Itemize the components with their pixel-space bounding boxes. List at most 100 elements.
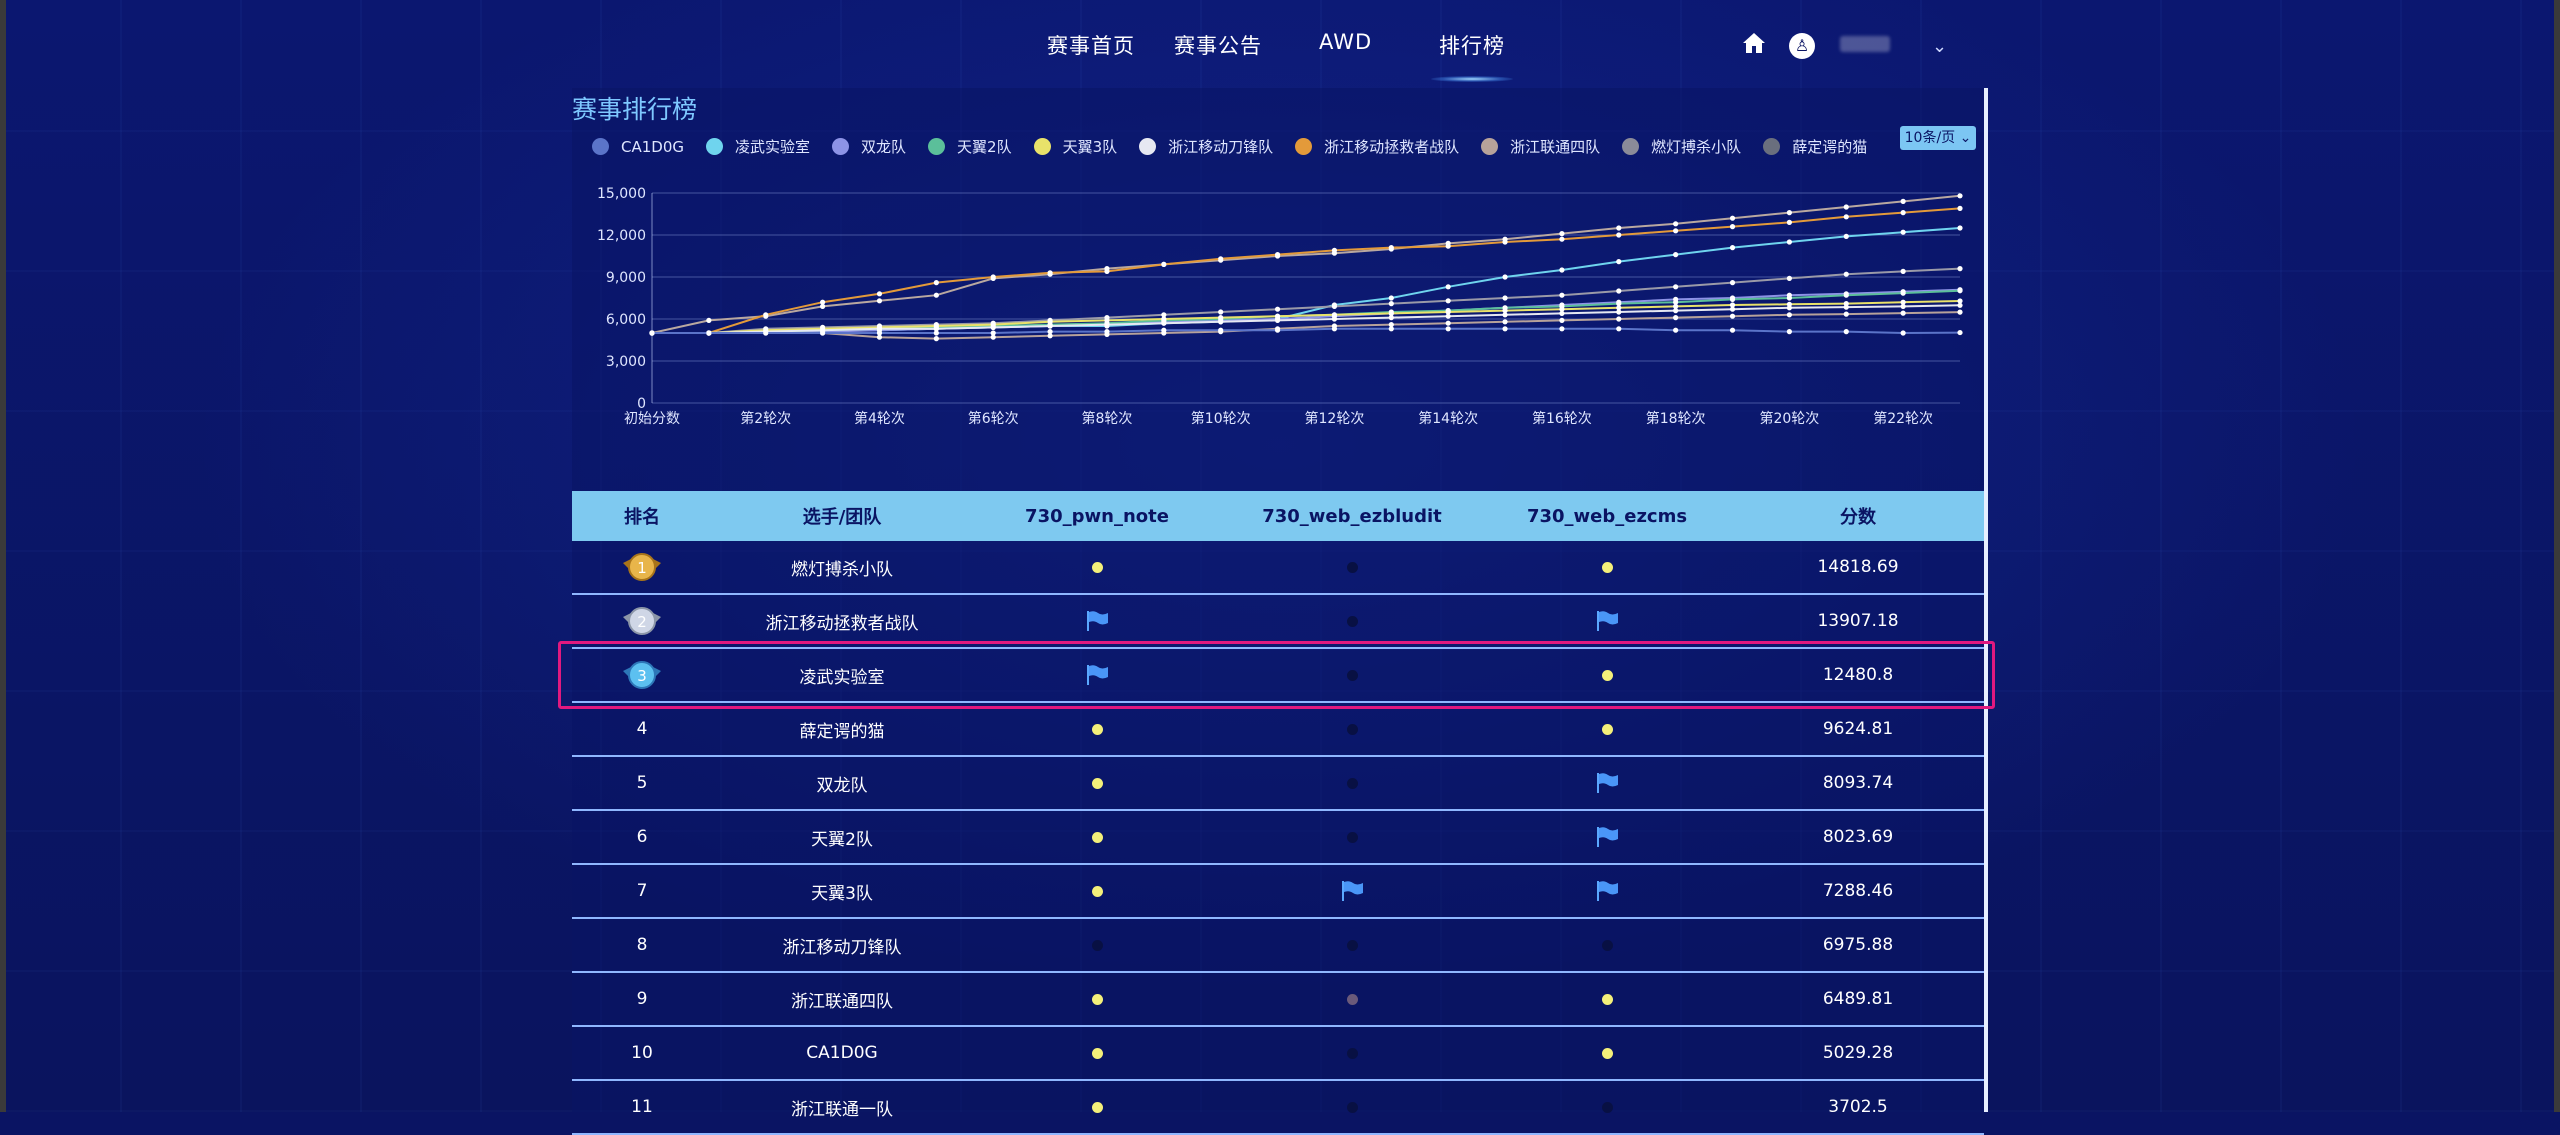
series-point [933, 336, 939, 342]
series-point [1673, 284, 1679, 290]
legend-dot-icon [1622, 138, 1640, 155]
team-name: 浙江联通四队 [791, 991, 893, 1012]
series-point [1786, 305, 1792, 311]
table-row: 10 CA1D0G 5029.28 [572, 1027, 1984, 1081]
legend-item[interactable]: 浙江移动刀锋队 [1139, 136, 1273, 157]
legend-dot-icon [1763, 138, 1781, 155]
username-blurred[interactable] [1840, 36, 1890, 52]
table-row: 11 浙江联通一队 3702.5 [572, 1081, 1984, 1135]
series-point [820, 330, 826, 336]
legend-item[interactable]: 浙江联通四队 [1481, 136, 1600, 157]
solved-flag-icon [1087, 611, 1108, 631]
legend-dot-icon [928, 138, 946, 155]
home-icon[interactable] [1742, 32, 1766, 54]
team-name: 薛定谔的猫 [799, 721, 885, 742]
legend-item[interactable]: 天翼2队 [928, 136, 1012, 157]
user-avatar-icon[interactable]: ♙ [1789, 33, 1815, 59]
status-dot-yellow [1601, 993, 1613, 1005]
top-nav: 赛事首页 赛事公告 AWD 排行榜 ♙ ⌄ [0, 0, 2560, 88]
series-point [763, 330, 769, 336]
series-point [1104, 322, 1110, 328]
series-point [990, 274, 996, 280]
series-point [1502, 319, 1508, 325]
series-point [1502, 326, 1508, 332]
legend-dot-icon [1481, 138, 1499, 155]
series-point [1616, 259, 1622, 265]
series-point [1900, 330, 1906, 336]
table-row: 8 浙江移动刀锋队 6975.88 [572, 919, 1984, 973]
series-point [706, 317, 712, 323]
nav-item-leaderboard[interactable]: 排行榜 [1431, 30, 1513, 82]
legend-item[interactable]: 双龙队 [832, 136, 906, 157]
series-point [1388, 301, 1394, 307]
legend-item[interactable]: 天翼3队 [1033, 136, 1117, 157]
score-value: 14818.69 [1817, 557, 1899, 577]
legend-item[interactable]: CA1D0G [592, 138, 684, 156]
series-point [1729, 245, 1736, 251]
series-point [1047, 329, 1053, 335]
header-web-ezbludit: 730_web_ezbludit [1262, 505, 1442, 527]
challenge-status-cell [1482, 757, 1732, 809]
series-point [1559, 231, 1565, 237]
challenge-status-cell [1482, 811, 1732, 863]
x-tick-label: 第20轮次 [1759, 410, 1819, 427]
legend-item[interactable]: 凌武实验室 [706, 136, 810, 157]
series-point [1673, 252, 1679, 258]
series-point [1729, 296, 1736, 302]
series-line [652, 267, 1961, 334]
series-point [990, 330, 996, 336]
series-point [1218, 327, 1224, 333]
solved-flag-icon [1342, 881, 1363, 901]
solved-flag-icon [1597, 881, 1618, 901]
highlight-box [558, 641, 1995, 709]
x-tick-label: 第18轮次 [1646, 410, 1706, 427]
nav-item-announcements[interactable]: 赛事公告 [1174, 30, 1262, 60]
header-team: 选手/团队 [802, 507, 882, 528]
nav-item-awd[interactable]: AWD [1319, 30, 1372, 54]
series-point [1900, 198, 1906, 204]
legend-item[interactable]: 燃灯搏杀小队 [1622, 136, 1741, 157]
challenge-status-cell [1222, 757, 1482, 809]
series-point [1331, 247, 1338, 253]
challenge-status-cell [1222, 595, 1482, 647]
y-tick-label: 6,000 [606, 312, 646, 328]
series-point [1673, 327, 1679, 333]
series-point [1104, 268, 1110, 274]
legend-label: 双龙队 [861, 138, 907, 156]
x-tick-label: 第2轮次 [740, 410, 791, 427]
series-point [1274, 327, 1281, 333]
legend-item[interactable]: 薛定谔的猫 [1763, 136, 1867, 157]
series-point [933, 330, 939, 336]
y-tick-label: 0 [637, 396, 646, 412]
header-score: 分数 [1840, 507, 1876, 528]
header-rank: 排名 [624, 507, 660, 528]
series-point [1673, 228, 1679, 234]
series-point [1274, 252, 1281, 258]
rank-medal-icon: 1 [623, 553, 661, 581]
series-point [1957, 329, 1963, 336]
nav-item-home[interactable]: 赛事首页 [1047, 30, 1135, 60]
series-point [1900, 290, 1906, 296]
series-point [1502, 239, 1508, 245]
chevron-down-icon[interactable]: ⌄ [1932, 36, 1947, 57]
series-point [990, 324, 996, 330]
series-point [1843, 204, 1849, 210]
legend-label: 浙江联通四队 [1510, 138, 1601, 156]
challenge-status-cell [1482, 865, 1732, 917]
series-point [1673, 315, 1679, 321]
team-name: CA1D0G [806, 1043, 878, 1063]
challenge-status-cell [1222, 973, 1482, 1025]
series-point [1445, 284, 1451, 290]
rank-cell: 4 [572, 703, 712, 755]
series-point [1786, 239, 1792, 245]
series-point [820, 299, 826, 305]
per-page-select[interactable]: 10条/页 ⌄ [1900, 126, 1976, 150]
legend-item[interactable]: 浙江移动拯救者战队 [1295, 136, 1459, 157]
team-name: 浙江移动刀锋队 [782, 937, 902, 958]
status-dot-yellow [1091, 723, 1103, 735]
series-point [1729, 313, 1736, 319]
series-point [1616, 232, 1622, 238]
status-dot-yellow [1091, 777, 1103, 789]
series-point [1786, 275, 1792, 281]
series-point [1616, 316, 1622, 322]
